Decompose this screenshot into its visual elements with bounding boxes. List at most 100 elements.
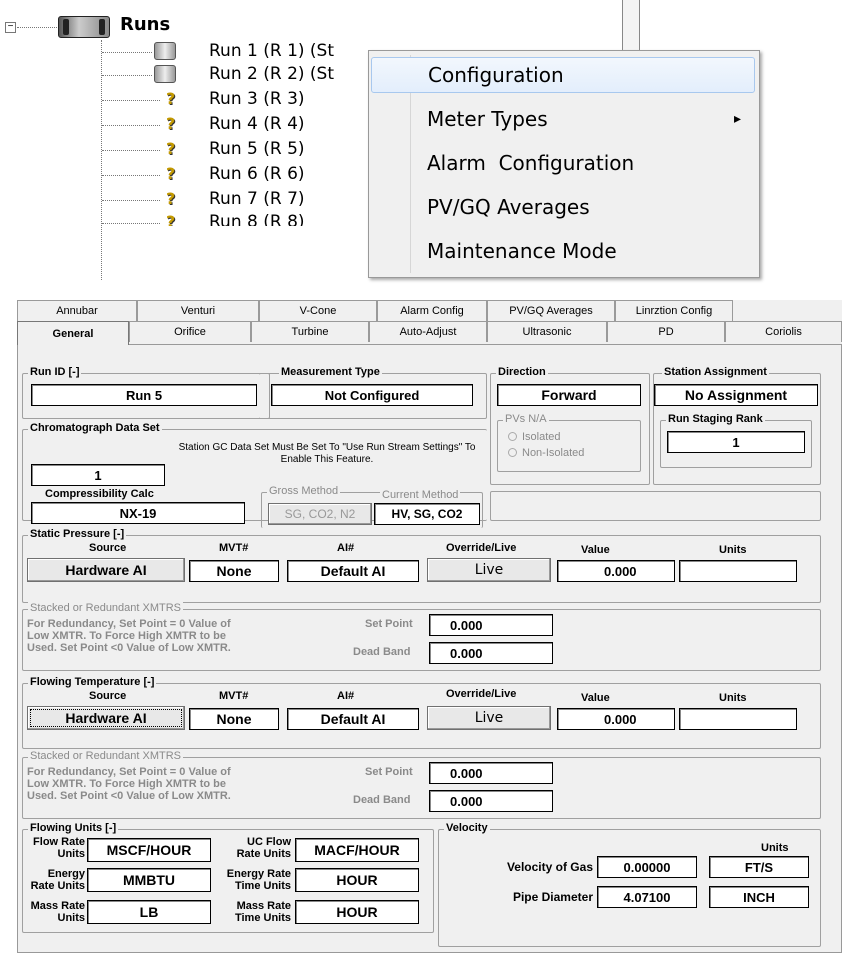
mass-rate-units-label: Mass Rate Units (30, 900, 85, 924)
run-meter-icon (154, 65, 176, 83)
flowing-temp-ai-field[interactable]: Default AI (287, 708, 419, 730)
tab-alarm-config[interactable]: Alarm Config (377, 300, 487, 321)
set-point-label: Set Point (365, 766, 413, 778)
flowing-temperature-group: Flowing Temperature [-] Source MVT# AI# … (22, 676, 821, 749)
tab-coriolis[interactable]: Coriolis (725, 321, 842, 342)
energy-rate-time-units-label: Energy Rate Time Units (226, 868, 291, 892)
compressibility-field[interactable]: NX-19 (31, 502, 245, 524)
value-col-label: Value (581, 544, 610, 556)
set-point-field-2[interactable]: 0.000 (429, 762, 553, 784)
menu-item-label: Meter Types (427, 107, 548, 131)
static-pressure-value-field[interactable]: 0.000 (557, 560, 675, 582)
mvt-col-label: MVT# (219, 542, 249, 554)
dead-band-label: Dead Band (353, 794, 411, 806)
run-staging-rank-group: Run Staging Rank 1 (660, 413, 812, 468)
pipe-diameter-units-field[interactable]: INCH (709, 886, 809, 908)
current-method-field: HV, SG, CO2 (374, 503, 480, 525)
tab-orifice[interactable]: Orifice (129, 321, 251, 342)
dead-band-field-1[interactable]: 0.000 (429, 642, 553, 664)
energy-rate-time-units-field[interactable]: HOUR (295, 868, 419, 892)
uc-flow-rate-units-label: UC Flow Rate Units (236, 836, 291, 860)
set-point-field-1[interactable]: 0.000 (429, 614, 553, 636)
tab-annubar[interactable]: Annubar (17, 300, 137, 321)
isolated-radio[interactable]: Isolated (508, 431, 561, 443)
mass-rate-units-field[interactable]: LB (87, 900, 211, 924)
station-assignment-field[interactable]: No Assignment (654, 384, 818, 406)
tab-venturi[interactable]: Venturi (137, 300, 259, 321)
unconfigured-question-icon: ? (166, 164, 176, 183)
tree-item-label: Run 1 (R 1) (St (209, 41, 335, 61)
flowing-temp-mvt-field[interactable]: None (189, 708, 279, 730)
menu-item-configuration[interactable]: Configuration (371, 57, 755, 93)
mvt-col-label: MVT# (219, 690, 249, 702)
tree-item-label: Run 8 (R 8) (209, 212, 305, 226)
current-method-group: Current Method HV, SG, CO2 (372, 489, 484, 527)
menu-item-label: Configuration (428, 63, 564, 87)
static-pressure-ai-field[interactable]: Default AI (287, 560, 419, 582)
tree-item-label: Run 2 (R 2) (St (209, 64, 335, 84)
station-assignment-group: Station Assignment No Assignment Run Sta… (653, 366, 821, 485)
flowing-temp-value-field[interactable]: 0.000 (557, 708, 675, 730)
velocity-of-gas-field[interactable]: 0.00000 (597, 856, 697, 878)
tree-item-label: Run 6 (R 6) (209, 164, 305, 184)
static-pressure-live-button[interactable]: Live (427, 558, 551, 582)
run-meter-icon (154, 42, 176, 60)
velocity-units-field[interactable]: FT/S (709, 856, 809, 878)
submenu-arrow-icon: ▸ (733, 111, 741, 127)
unconfigured-question-icon: ? (166, 139, 176, 158)
menu-item-pv-gq-averages[interactable]: PV/GQ Averages (371, 189, 755, 225)
ai-col-label: AI# (337, 690, 355, 702)
tab-pd[interactable]: PD (607, 321, 725, 342)
flowing-temp-source-button[interactable]: Hardware AI (27, 706, 185, 730)
tree-item-label: Run 7 (R 7) (209, 189, 305, 209)
flow-rate-units-field[interactable]: MSCF/HOUR (87, 838, 211, 862)
flowing-temp-units-field[interactable] (679, 708, 797, 730)
tree-scrollbar[interactable] (622, 0, 640, 50)
mass-rate-time-units-label: Mass Rate Time Units (234, 900, 291, 924)
static-pressure-units-field[interactable] (679, 560, 797, 582)
unconfigured-question-icon: ? (166, 189, 176, 208)
run-configuration-dialog: Annubar Venturi V-Cone Alarm Config PV/G… (17, 300, 842, 953)
flowing-temp-live-button[interactable]: Live (427, 706, 551, 730)
run-staging-rank-field[interactable]: 1 (667, 431, 805, 453)
run-id-field[interactable]: Run 5 (31, 384, 257, 406)
measurement-type-field[interactable]: Not Configured (271, 384, 473, 406)
menu-item-meter-types[interactable]: Meter Types ▸ (371, 101, 755, 137)
pipe-diameter-label: Pipe Diameter (512, 890, 593, 904)
menu-item-maintenance-mode[interactable]: Maintenance Mode (371, 233, 755, 269)
gc-data-set-field[interactable]: 1 (31, 464, 165, 486)
energy-rate-units-field[interactable]: MMBTU (87, 868, 211, 892)
tree-root-label[interactable]: Runs (120, 14, 170, 35)
stacked-note-2: For Redundancy, Set Point = 0 Value of Lo… (27, 766, 231, 802)
flow-rate-units-label: Flow Rate Units (33, 836, 85, 860)
mass-rate-time-units-field[interactable]: HOUR (295, 900, 419, 924)
energy-rate-units-label: Energy Rate Units (30, 868, 85, 892)
tab-pv-gq-averages[interactable]: PV/GQ Averages (487, 300, 615, 321)
collapse-toggle[interactable]: − (5, 22, 16, 33)
tab-ultrasonic[interactable]: Ultrasonic (487, 321, 607, 342)
direction-group: Direction Forward PVs N/A Isolated Non-I… (490, 366, 650, 485)
source-col-label: Source (89, 542, 127, 554)
units-col-label: Units (719, 692, 747, 704)
dead-band-field-2[interactable]: 0.000 (429, 790, 553, 812)
tab-linrztion-config[interactable]: Linrztion Config (615, 300, 733, 321)
direction-field[interactable]: Forward (497, 384, 641, 406)
units-col-label: Units (719, 544, 747, 556)
static-pressure-mvt-field[interactable]: None (189, 560, 279, 582)
uc-flow-rate-units-field[interactable]: MACF/HOUR (295, 838, 419, 862)
tab-turbine[interactable]: Turbine (251, 321, 369, 342)
gross-method-button[interactable]: SG, CO2, N2 (268, 503, 372, 525)
menu-item-alarm-configuration[interactable]: Alarm Configuration (371, 145, 755, 181)
menu-item-label: Maintenance Mode (427, 239, 617, 263)
runs-folder-icon (58, 16, 110, 38)
tab-auto-adjust[interactable]: Auto-Adjust (369, 321, 487, 342)
unconfigured-question-icon: ? (166, 114, 176, 133)
compressibility-label: Compressibility Calc (45, 488, 154, 500)
non-isolated-radio[interactable]: Non-Isolated (508, 447, 584, 459)
pipe-diameter-field[interactable]: 4.07100 (597, 886, 697, 908)
static-pressure-source-button[interactable]: Hardware AI (27, 558, 185, 582)
tab-v-cone[interactable]: V-Cone (259, 300, 377, 321)
tab-general[interactable]: General (17, 321, 129, 345)
velocity-group: Velocity Units Velocity of Gas 0.00000 F… (438, 822, 821, 947)
value-col-label: Value (581, 692, 610, 704)
